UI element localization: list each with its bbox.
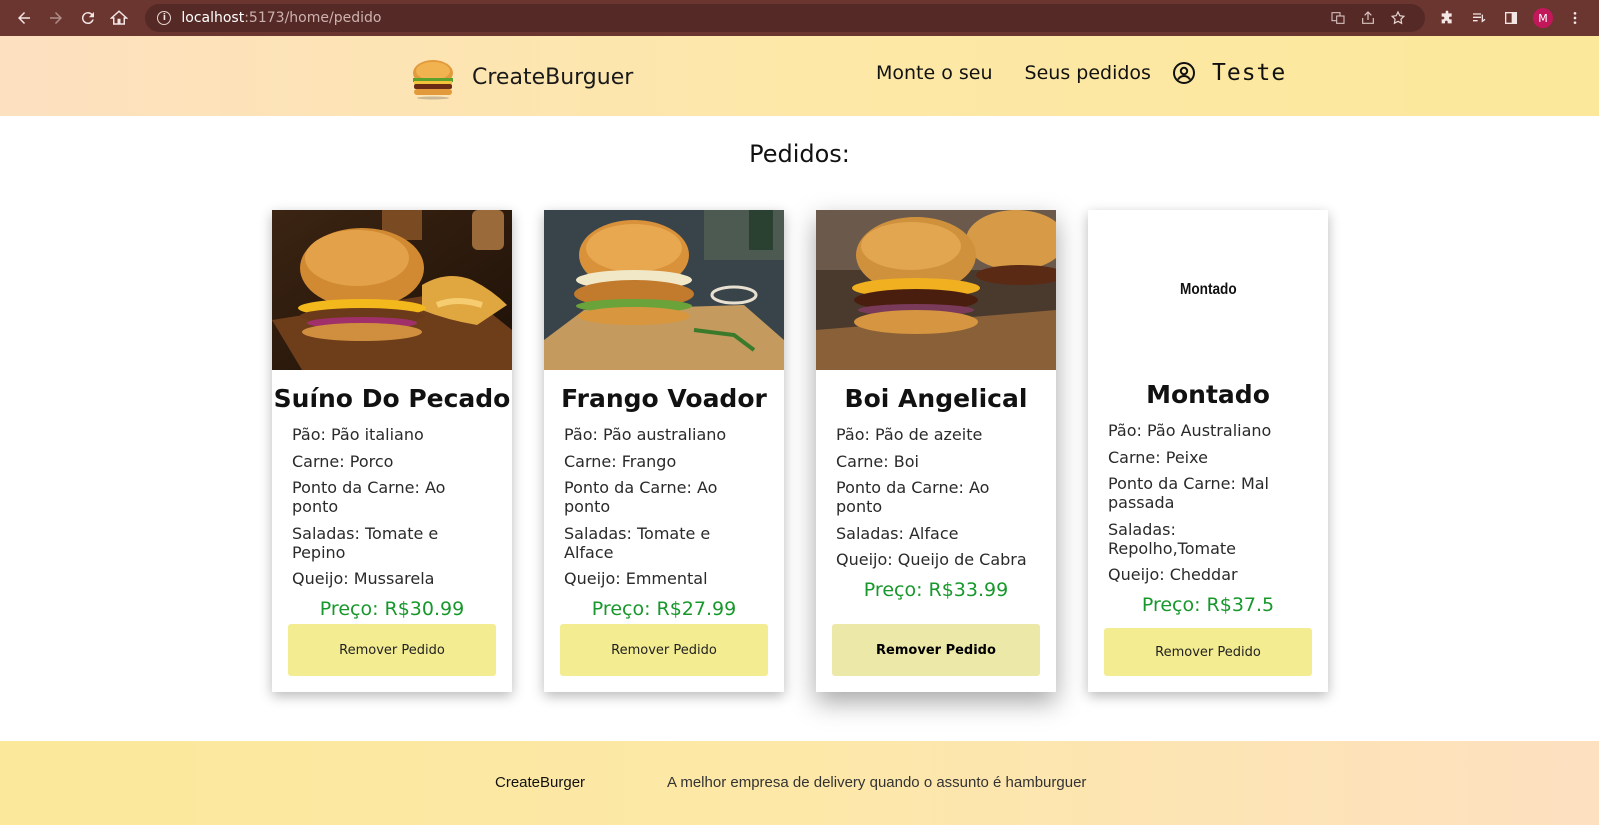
burger-photo-pork [272, 210, 512, 370]
spec-salads: Saladas: Tomate e Pepino [292, 523, 439, 562]
order-card: Suíno Do Pecado Pão: Pão italiano Carne:… [272, 210, 512, 692]
order-card: Montado Montado Pão: Pão Australiano Car… [1088, 210, 1328, 692]
order-card: Frango Voador Pão: Pão australiano Carne… [544, 210, 784, 692]
order-specs: Pão: Pão Australiano Carne: Peixe Ponto … [1088, 409, 1328, 584]
nav-monte-o-seu[interactable]: Monte o seu [876, 62, 993, 84]
burger-logo-icon [410, 54, 456, 100]
custom-burger-image: Montado [1088, 210, 1328, 370]
spec-bread: Pão: Pão italiano [292, 425, 424, 444]
page-title: Pedidos: [749, 140, 850, 168]
orders-list: Suíno Do Pecado Pão: Pão italiano Carne:… [272, 210, 1360, 692]
footer-brand: CreateBurger [495, 774, 586, 791]
order-card: Boi Angelical Pão: Pão de azeite Carne: … [816, 210, 1056, 692]
image-alt-text: Montado [1179, 281, 1237, 298]
browser-toolbar: i localhost:5173/home/pedido M [0, 0, 1599, 36]
reading-list-icon[interactable] [1463, 4, 1495, 32]
order-name: Frango Voador [561, 384, 767, 413]
brand[interactable]: CreateBurguer [410, 54, 633, 100]
translate-icon[interactable] [1323, 10, 1353, 26]
kebab-menu-icon[interactable] [1559, 4, 1591, 32]
spec-doneness: Ponto da Carne: Ao ponto [292, 478, 446, 516]
home-button[interactable] [104, 4, 136, 32]
order-name: Boi Angelical [844, 384, 1028, 413]
arrow-right-icon [49, 12, 62, 24]
spec-cheese: Queijo: Queijo de Cabra [836, 550, 1027, 569]
spec-doneness: Ponto da Carne: Mal passada [1108, 474, 1269, 512]
reload-button[interactable] [72, 4, 104, 32]
user-circle-icon [1173, 62, 1195, 84]
spec-doneness: Ponto da Carne: Ao ponto [836, 478, 990, 516]
order-specs: Pão: Pão de azeite Carne: Boi Ponto da C… [816, 413, 1056, 569]
spec-cheese: Queijo: Emmental [564, 569, 708, 588]
spec-salads: Saladas: Tomate e Alface [564, 523, 711, 562]
spec-salads: Saladas: Repolho,Tomate [1108, 519, 1236, 558]
user-name: Teste [1212, 60, 1287, 86]
order-name: Montado [1146, 380, 1270, 409]
url-path: :5173/home/pedido [244, 10, 382, 26]
arrow-left-icon [17, 12, 30, 24]
reload-icon [81, 12, 94, 25]
burger-photo-beef [816, 210, 1056, 370]
order-price: Preço: R$33.99 [863, 579, 1009, 601]
info-icon[interactable]: i [157, 11, 172, 25]
footer: CreateBurger A melhor empresa de deliver… [0, 741, 1599, 825]
main-nav: Monte o seu Seus pedidos [876, 62, 1183, 84]
spec-bread: Pão: Pão australiano [564, 425, 727, 444]
spec-cheese: Queijo: Mussarela [292, 569, 435, 588]
nav-seus-pedidos[interactable]: Seus pedidos [1025, 62, 1151, 84]
spec-bread: Pão: Pão Australiano [1108, 421, 1272, 440]
app-header: CreateBurguer Monte o seu Seus pedidos T… [0, 36, 1599, 116]
remove-order-button[interactable]: Remover Pedido [560, 624, 768, 676]
bookmark-star-icon[interactable] [1383, 10, 1413, 26]
forward-button[interactable] [40, 4, 72, 32]
remove-order-button[interactable]: Remover Pedido [1104, 628, 1312, 676]
profile-avatar[interactable]: M [1527, 4, 1559, 32]
spec-salads: Saladas: Alface [836, 523, 959, 543]
side-panel-icon[interactable] [1495, 4, 1527, 32]
url-host: localhost [181, 10, 245, 26]
user-menu[interactable]: Teste [1172, 60, 1286, 86]
order-price: Preço: R$37.5 [1141, 594, 1275, 616]
footer-tagline: A melhor empresa de delivery quando o as… [667, 774, 1087, 791]
order-specs: Pão: Pão italiano Carne: Porco Ponto da … [272, 413, 512, 588]
home-icon [110, 10, 129, 25]
spec-meat: Carne: Boi [836, 451, 919, 471]
order-specs: Pão: Pão australiano Carne: Frango Ponto… [544, 413, 784, 588]
brand-name: CreateBurguer [472, 64, 634, 90]
remove-order-button[interactable]: Remover Pedido [288, 624, 496, 676]
extensions-puzzle-icon[interactable] [1431, 4, 1463, 32]
spec-meat: Carne: Porco [292, 451, 394, 471]
spec-doneness: Ponto da Carne: Ao ponto [564, 478, 718, 516]
order-price: Preço: R$27.99 [591, 598, 737, 620]
back-button[interactable] [8, 4, 40, 32]
address-bar[interactable]: i localhost:5173/home/pedido [145, 4, 1426, 32]
spec-meat: Carne: Peixe [1108, 447, 1208, 467]
spec-bread: Pão: Pão de azeite [836, 425, 983, 444]
order-price: Preço: R$30.99 [319, 598, 465, 620]
spec-meat: Carne: Frango [564, 451, 677, 471]
spec-cheese: Queijo: Cheddar [1108, 565, 1238, 584]
order-name: Suíno Do Pecado [273, 384, 511, 413]
burger-photo-chicken [544, 210, 784, 370]
share-icon[interactable] [1353, 10, 1383, 26]
remove-order-button[interactable]: Remover Pedido [832, 624, 1040, 676]
